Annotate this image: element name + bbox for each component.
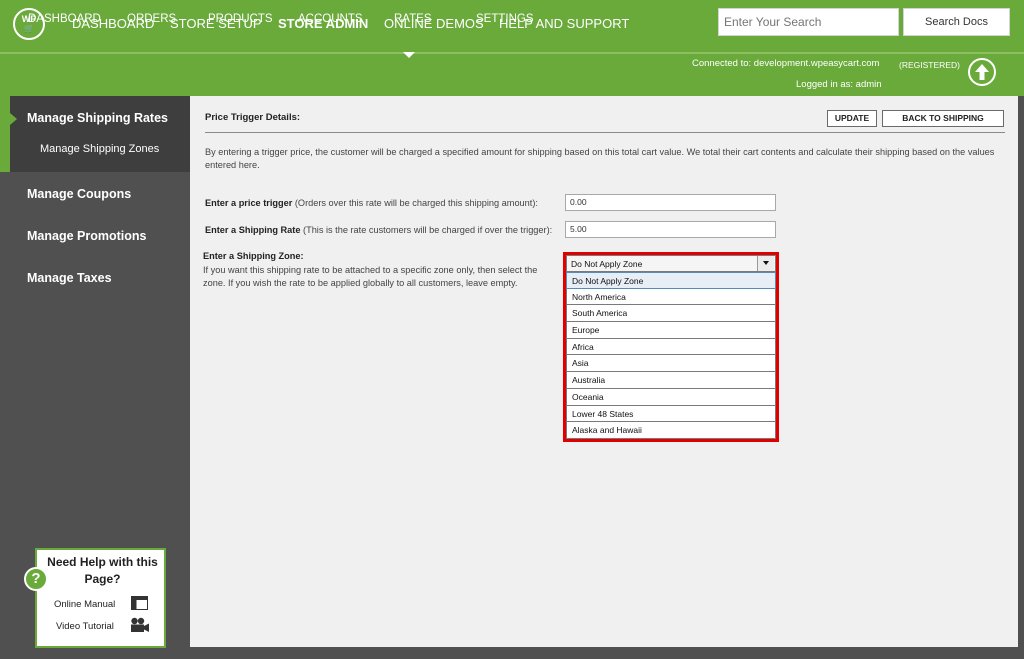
subnav-accounts[interactable]: ACCOUNTS: [298, 13, 363, 25]
update-button[interactable]: UPDATE: [827, 110, 877, 127]
zone-option[interactable]: Do Not Apply Zone: [566, 272, 776, 289]
shipping-rate-label-bold: Enter a Shipping Rate: [205, 225, 301, 235]
sidebar-item-manage-taxes[interactable]: Manage Taxes: [27, 271, 112, 285]
arrow-up-icon: [975, 64, 989, 80]
shipping-rate-label: Enter a Shipping Rate (This is the rate …: [205, 225, 552, 235]
zone-option[interactable]: South America: [566, 305, 776, 323]
video-tutorial-link[interactable]: Video Tutorial: [56, 621, 114, 632]
bottom-frame: [190, 647, 1024, 659]
search-docs-button[interactable]: Search Docs: [903, 8, 1010, 36]
subnav-rates[interactable]: RATES: [394, 13, 432, 25]
shipping-zone-options: Do Not Apply Zone North America South Am…: [566, 272, 776, 439]
subnav-settings[interactable]: SETTINGS: [476, 13, 534, 25]
sidebar-item-manage-coupons[interactable]: Manage Coupons: [27, 187, 131, 201]
sidebar-active-indicator: [0, 96, 10, 172]
zone-option[interactable]: Australia: [566, 372, 776, 389]
shipping-zone-description: If you want this shipping rate to be att…: [203, 265, 538, 288]
sidebar-item-manage-shipping-rates[interactable]: Manage Shipping Rates: [27, 111, 168, 125]
zone-option[interactable]: Alaska and Hawaii: [566, 422, 776, 439]
help-title: Need Help with this Page?: [47, 555, 158, 586]
zone-option[interactable]: Lower 48 States: [566, 405, 776, 423]
subnav-orders[interactable]: ORDERS: [127, 13, 176, 25]
zone-option[interactable]: Oceania: [566, 388, 776, 406]
manual-icon[interactable]: [131, 596, 148, 610]
scroll-up-button[interactable]: [968, 58, 996, 86]
subnav-products[interactable]: PRODUCTS: [208, 13, 273, 25]
help-question-icon: ?: [24, 567, 48, 591]
sidebar-active-section: [10, 96, 190, 172]
title-divider: [205, 132, 1005, 133]
sidebar-item-manage-promotions[interactable]: Manage Promotions: [27, 229, 146, 243]
connection-info: Connected to: development.wpeasycart.com: [692, 58, 880, 69]
chevron-down-icon[interactable]: [757, 256, 774, 271]
back-to-shipping-button[interactable]: BACK TO SHIPPING: [882, 110, 1004, 127]
cart-icon: 🛒: [24, 24, 34, 33]
sidebar-subitem-manage-shipping-zones[interactable]: Manage Shipping Zones: [40, 143, 159, 155]
price-trigger-label: Enter a price trigger (Orders over this …: [205, 198, 538, 208]
zone-option[interactable]: Asia: [566, 355, 776, 373]
shipping-rate-label-hint: (This is the rate customers will be char…: [300, 225, 553, 235]
logged-in-user: Logged in as: admin: [796, 79, 882, 90]
zone-option[interactable]: Europe: [566, 322, 776, 339]
active-tab-pointer: [403, 52, 415, 58]
page-description: By entering a trigger price, the custome…: [205, 147, 995, 170]
search-input[interactable]: [718, 8, 899, 36]
video-camera-icon[interactable]: [130, 617, 150, 633]
right-frame: [1018, 96, 1024, 659]
page-title: Price Trigger Details:: [205, 112, 301, 123]
shipping-rate-input[interactable]: 5.00: [565, 221, 776, 238]
price-trigger-input[interactable]: 0.00: [565, 194, 776, 211]
registration-status: (REGISTERED): [899, 60, 960, 70]
price-trigger-label-hint: (Orders over this rate will be charged t…: [292, 198, 538, 208]
shipping-zone-select[interactable]: Do Not Apply Zone: [566, 255, 776, 272]
shipping-zone-label: Enter a Shipping Zone:: [203, 251, 304, 261]
zone-option[interactable]: Africa: [566, 338, 776, 356]
price-trigger-label-bold: Enter a price trigger: [205, 198, 293, 208]
sidebar-active-arrow: [10, 113, 17, 125]
online-manual-link[interactable]: Online Manual: [54, 599, 115, 610]
zone-option[interactable]: North America: [566, 288, 776, 306]
subnav-dashboard[interactable]: DASHBOARD: [28, 13, 101, 25]
